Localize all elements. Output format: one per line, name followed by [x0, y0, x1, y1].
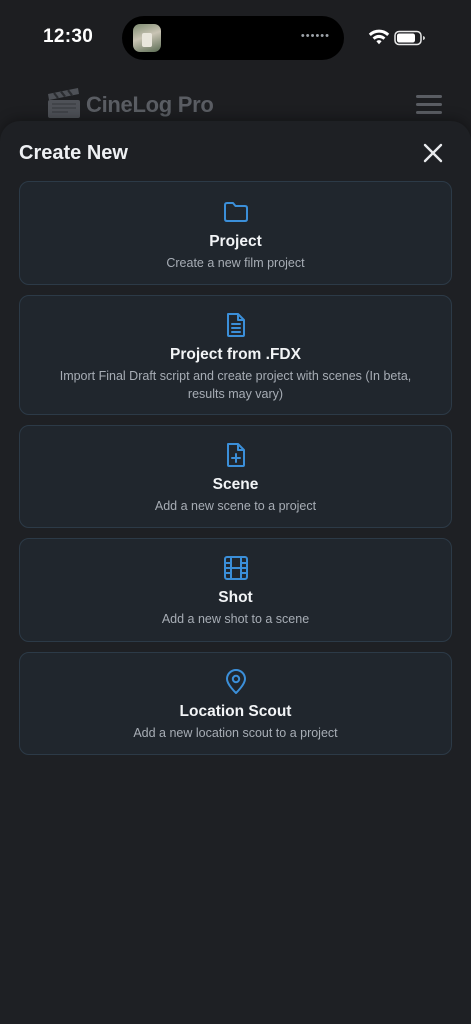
sheet-title: Create New: [19, 142, 128, 164]
map-pin-icon: [225, 669, 246, 694]
dynamic-island[interactable]: ••••••: [122, 16, 344, 60]
option-description: Add a new shot to a scene: [161, 612, 310, 626]
option-project[interactable]: Project Create a new film project: [19, 181, 452, 285]
option-description: Create a new film project: [166, 256, 305, 270]
option-location-scout[interactable]: Location Scout Add a new location scout …: [19, 652, 452, 755]
now-playing-thumbnail: [133, 24, 161, 52]
option-shot[interactable]: Shot Add a new shot to a scene: [19, 538, 452, 642]
battery-icon: [394, 30, 425, 46]
hamburger-menu-icon[interactable]: [416, 95, 442, 115]
file-plus-icon: [226, 443, 245, 467]
island-indicator: ••••••: [300, 30, 330, 42]
document-icon: [226, 313, 245, 337]
option-title: Shot: [218, 589, 253, 606]
close-icon: [423, 143, 443, 163]
option-title: Project from .FDX: [170, 346, 301, 363]
film-icon: [223, 556, 248, 580]
option-description: Add a new scene to a project: [154, 499, 317, 513]
option-project-from-fdx[interactable]: Project from .FDX Import Final Draft scr…: [19, 295, 452, 415]
option-title: Project: [209, 233, 262, 250]
status-bar: 12:30 ••••••: [0, 0, 471, 80]
wifi-icon: [368, 29, 390, 45]
option-description: Import Final Draft script and create pro…: [59, 369, 412, 401]
create-options-list: Project Create a new film project Projec…: [19, 181, 452, 765]
option-title: Location Scout: [179, 703, 292, 720]
option-title: Scene: [212, 476, 259, 493]
folder-icon: [223, 202, 248, 222]
screen: 12:30 •••••• CineLog Pro Create New Proj…: [0, 0, 471, 1024]
create-new-sheet: Create New Project Create a new film pro…: [0, 121, 471, 1024]
close-button[interactable]: [419, 139, 447, 167]
clapperboard-icon: [48, 88, 80, 118]
option-scene[interactable]: Scene Add a new scene to a project: [19, 425, 452, 528]
option-description: Add a new location scout to a project: [133, 726, 338, 740]
app-logo-text: CineLog Pro: [86, 92, 214, 117]
status-time: 12:30: [43, 26, 94, 47]
